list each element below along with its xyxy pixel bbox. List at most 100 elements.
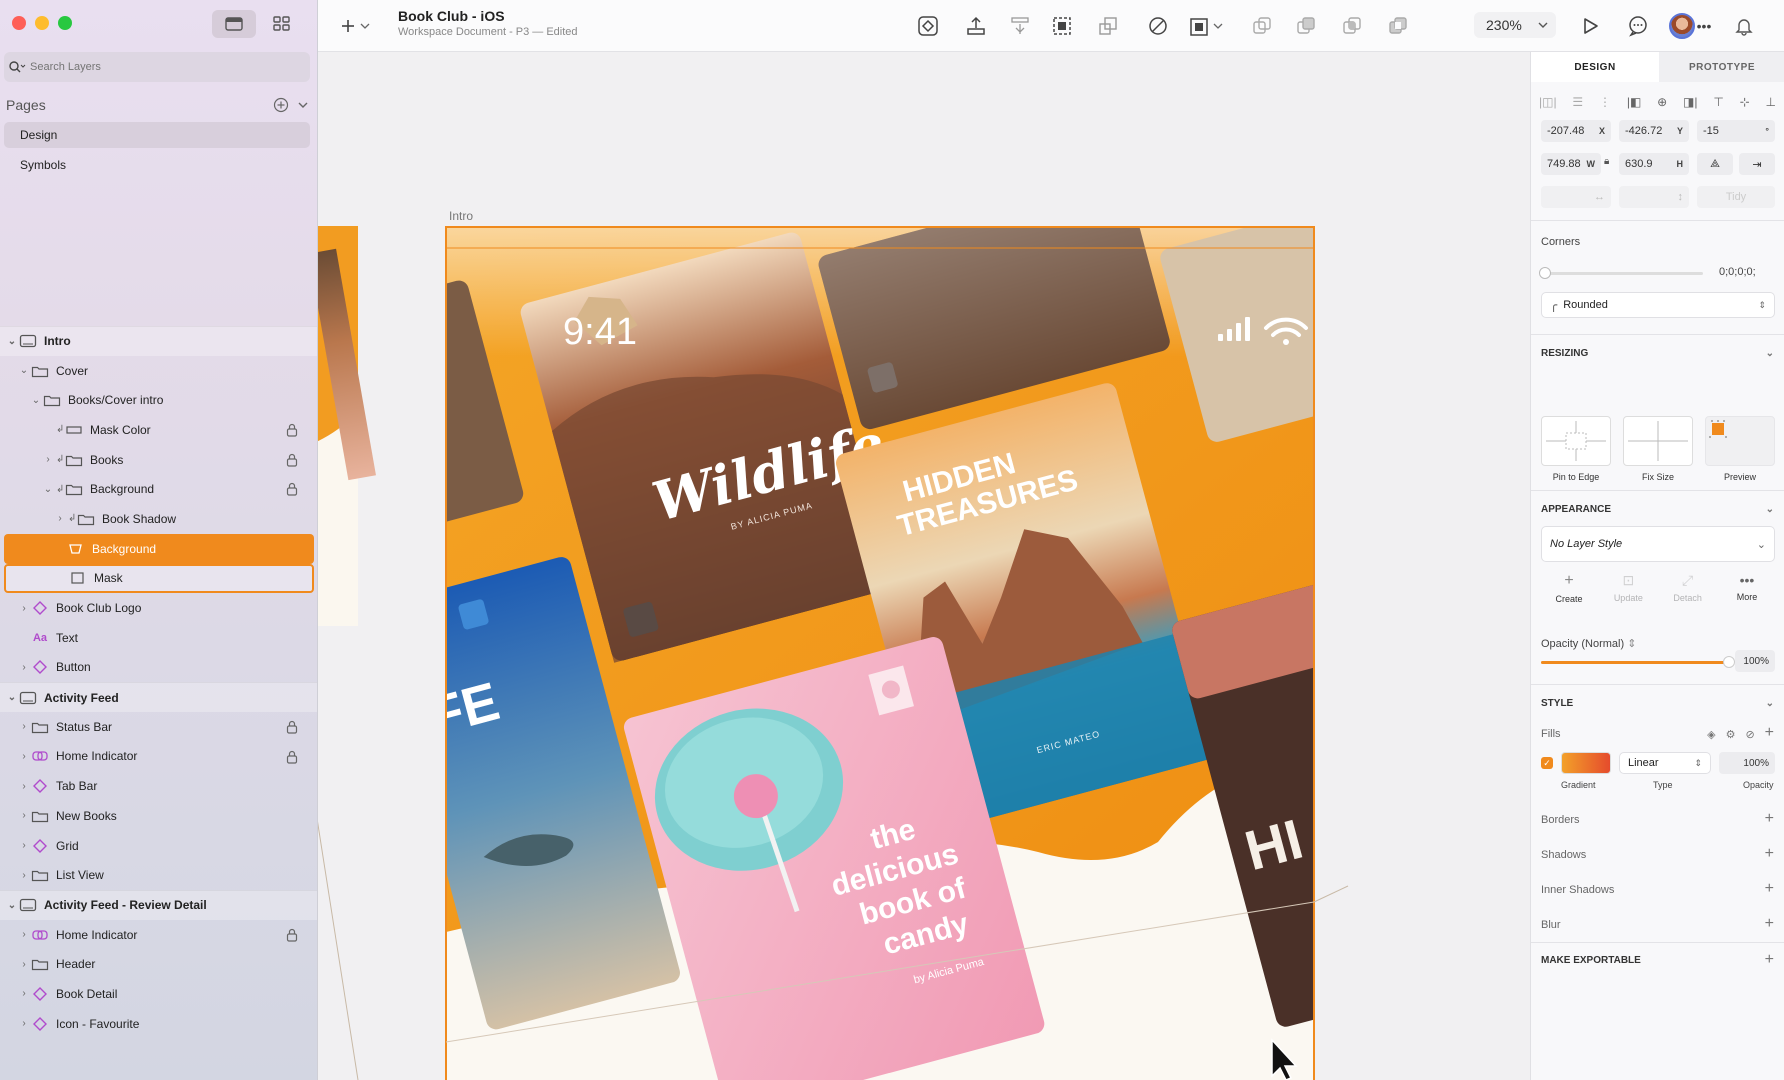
chevron-right-icon[interactable]: › <box>18 840 30 851</box>
create-symbol-button[interactable] <box>914 12 942 40</box>
settings-icon[interactable]: ⚙ <box>1726 728 1736 741</box>
chevron-right-icon[interactable]: › <box>18 870 30 881</box>
opacity-label[interactable]: Opacity (Normal) ⇕ <box>1541 637 1636 650</box>
spacing-h-field[interactable]: ↔ <box>1541 186 1611 208</box>
chevron-right-icon[interactable]: › <box>18 721 30 732</box>
y-field[interactable]: -426.72 Y <box>1619 120 1689 142</box>
chevron-down-icon[interactable]: ⌄ <box>6 900 18 911</box>
chevron-down-icon[interactable]: ⌄ <box>6 692 18 703</box>
layer-row[interactable]: › Header <box>0 949 317 979</box>
chevron-down-icon[interactable]: ⌄ <box>18 365 30 376</box>
fix-size-option[interactable] <box>1623 416 1693 466</box>
blur-row[interactable]: Blur + <box>1541 916 1774 932</box>
chevron-right-icon[interactable]: › <box>42 454 54 465</box>
layer-group-row[interactable]: ⌄ Activity Feed - Review Detail <box>0 890 317 920</box>
layer-row[interactable]: › Book Detail <box>0 979 317 1009</box>
hide-button[interactable] <box>1144 12 1172 40</box>
chevron-down-icon[interactable]: ⌄ <box>30 395 42 406</box>
opacity-field[interactable]: 100% <box>1735 650 1775 672</box>
layer-row[interactable]: Mask <box>4 563 314 594</box>
lock-icon[interactable] <box>286 453 298 470</box>
close-window-button[interactable] <box>12 16 26 30</box>
corner-style-select[interactable]: ╭ Rounded ⇕ <box>1541 292 1775 318</box>
components-view-button[interactable] <box>260 10 304 38</box>
slider-knob[interactable] <box>1539 267 1551 279</box>
page-item-symbols[interactable]: Symbols <box>4 152 310 178</box>
chevron-right-icon[interactable]: › <box>54 513 66 524</box>
minimize-window-button[interactable] <box>35 16 49 30</box>
flip-h-button[interactable]: ⟁ <box>1697 153 1733 175</box>
chevron-right-icon[interactable]: › <box>18 929 30 940</box>
appearance-header[interactable]: APPEARANCE ⌄ <box>1541 504 1774 515</box>
layer-group-row[interactable]: ⌄ Activity Feed <box>0 682 317 712</box>
zoom-window-button[interactable] <box>58 16 72 30</box>
layer-row[interactable]: ↲ Mask Color <box>0 415 317 445</box>
width-field[interactable]: 749.88 W <box>1541 153 1601 175</box>
distribute-v-icon[interactable]: ☰ <box>1572 95 1583 109</box>
layer-search[interactable] <box>4 52 310 82</box>
lock-icon[interactable] <box>286 928 298 945</box>
canvas[interactable]: Intro Wildlife BY ALICIA PUMA HIDDEN TRE… <box>318 52 1530 1080</box>
layer-row[interactable]: › Grid <box>0 831 317 861</box>
fill-type-select[interactable]: Linear ⇕ <box>1619 752 1711 774</box>
union-button[interactable] <box>1248 12 1276 40</box>
mask-button[interactable] <box>1048 12 1076 40</box>
align-left-icon[interactable]: |◧ <box>1627 95 1641 109</box>
layers-icon[interactable]: ◈ <box>1707 728 1715 741</box>
more-vertical-icon[interactable]: ⋮ <box>1599 95 1611 109</box>
layer-row-selected[interactable]: Background <box>4 533 314 564</box>
add-border-icon[interactable]: + <box>1765 811 1774 827</box>
export-button[interactable] <box>962 12 990 40</box>
layer-row[interactable]: › ↲ Books <box>0 445 317 475</box>
layer-row[interactable]: ⌄ Cover <box>0 356 317 386</box>
distribute-h-icon[interactable]: |◫| <box>1539 95 1557 109</box>
chevron-right-icon[interactable]: › <box>18 781 30 792</box>
add-blur-icon[interactable]: + <box>1765 916 1774 932</box>
collaborators-button[interactable]: ••• <box>1668 12 1712 40</box>
flip-v-button[interactable]: ⇥ <box>1739 153 1775 175</box>
chevron-down-icon[interactable]: ⌄ <box>42 484 54 495</box>
chevron-right-icon[interactable]: › <box>18 988 30 999</box>
opacity-slider[interactable] <box>1541 656 1735 668</box>
pin-to-edge-option[interactable] <box>1541 416 1611 466</box>
add-fill-icon[interactable]: + <box>1765 725 1774 741</box>
inner-shadows-row[interactable]: Inner Shadows + <box>1541 881 1774 897</box>
notifications-button[interactable] <box>1730 12 1758 40</box>
height-field[interactable]: 630.9 H <box>1619 153 1689 175</box>
chevron-right-icon[interactable]: › <box>18 603 30 614</box>
align-top-icon[interactable]: ⊤ <box>1713 95 1723 109</box>
edit-button[interactable] <box>1006 12 1034 40</box>
lock-ratio-icon[interactable]: 🔒︎ <box>1604 156 1609 167</box>
make-exportable-row[interactable]: MAKE EXPORTABLE + <box>1541 952 1774 968</box>
layer-row[interactable]: › New Books <box>0 801 317 831</box>
preview-option[interactable] <box>1705 416 1775 466</box>
borders-row[interactable]: Borders + <box>1541 811 1774 827</box>
chevron-down-icon[interactable] <box>297 99 309 111</box>
chevron-down-icon[interactable]: ⌄ <box>6 336 18 347</box>
add-page-icon[interactable] <box>273 97 289 113</box>
align-bottom-icon[interactable]: ⊥ <box>1765 95 1775 109</box>
link-icon[interactable]: ⊘ <box>1745 728 1754 741</box>
add-shadow-icon[interactable]: + <box>1765 846 1774 862</box>
layer-row[interactable]: ⌄ Books/Cover intro <box>0 385 317 415</box>
layer-row[interactable]: › Home Indicator <box>0 742 317 772</box>
scale-button[interactable] <box>1094 12 1122 40</box>
insert-button[interactable] <box>338 12 378 40</box>
group-menu-button[interactable] <box>1186 12 1230 40</box>
layer-style-select[interactable]: No Layer Style ⌄ <box>1541 526 1775 562</box>
layer-group-row[interactable]: ⌄ Intro <box>0 326 317 356</box>
zoom-select[interactable]: 230% <box>1474 12 1556 38</box>
comments-button[interactable] <box>1624 12 1652 40</box>
chevron-right-icon[interactable]: › <box>18 751 30 762</box>
more-style-button[interactable]: ••• More <box>1719 572 1775 604</box>
resizing-header[interactable]: RESIZING ⌄ <box>1541 348 1774 359</box>
layer-row[interactable]: Aa Text <box>0 623 317 653</box>
rotation-field[interactable]: -15 ° <box>1697 120 1775 142</box>
layer-row[interactable]: › Tab Bar <box>0 771 317 801</box>
preview-button[interactable] <box>1576 12 1604 40</box>
layer-row[interactable]: › Icon - Favourite <box>0 1009 317 1039</box>
lock-icon[interactable] <box>286 750 298 767</box>
chevron-right-icon[interactable]: › <box>18 662 30 673</box>
subtract-button[interactable] <box>1292 12 1320 40</box>
layer-row[interactable]: › ↲ Book Shadow <box>0 504 317 534</box>
